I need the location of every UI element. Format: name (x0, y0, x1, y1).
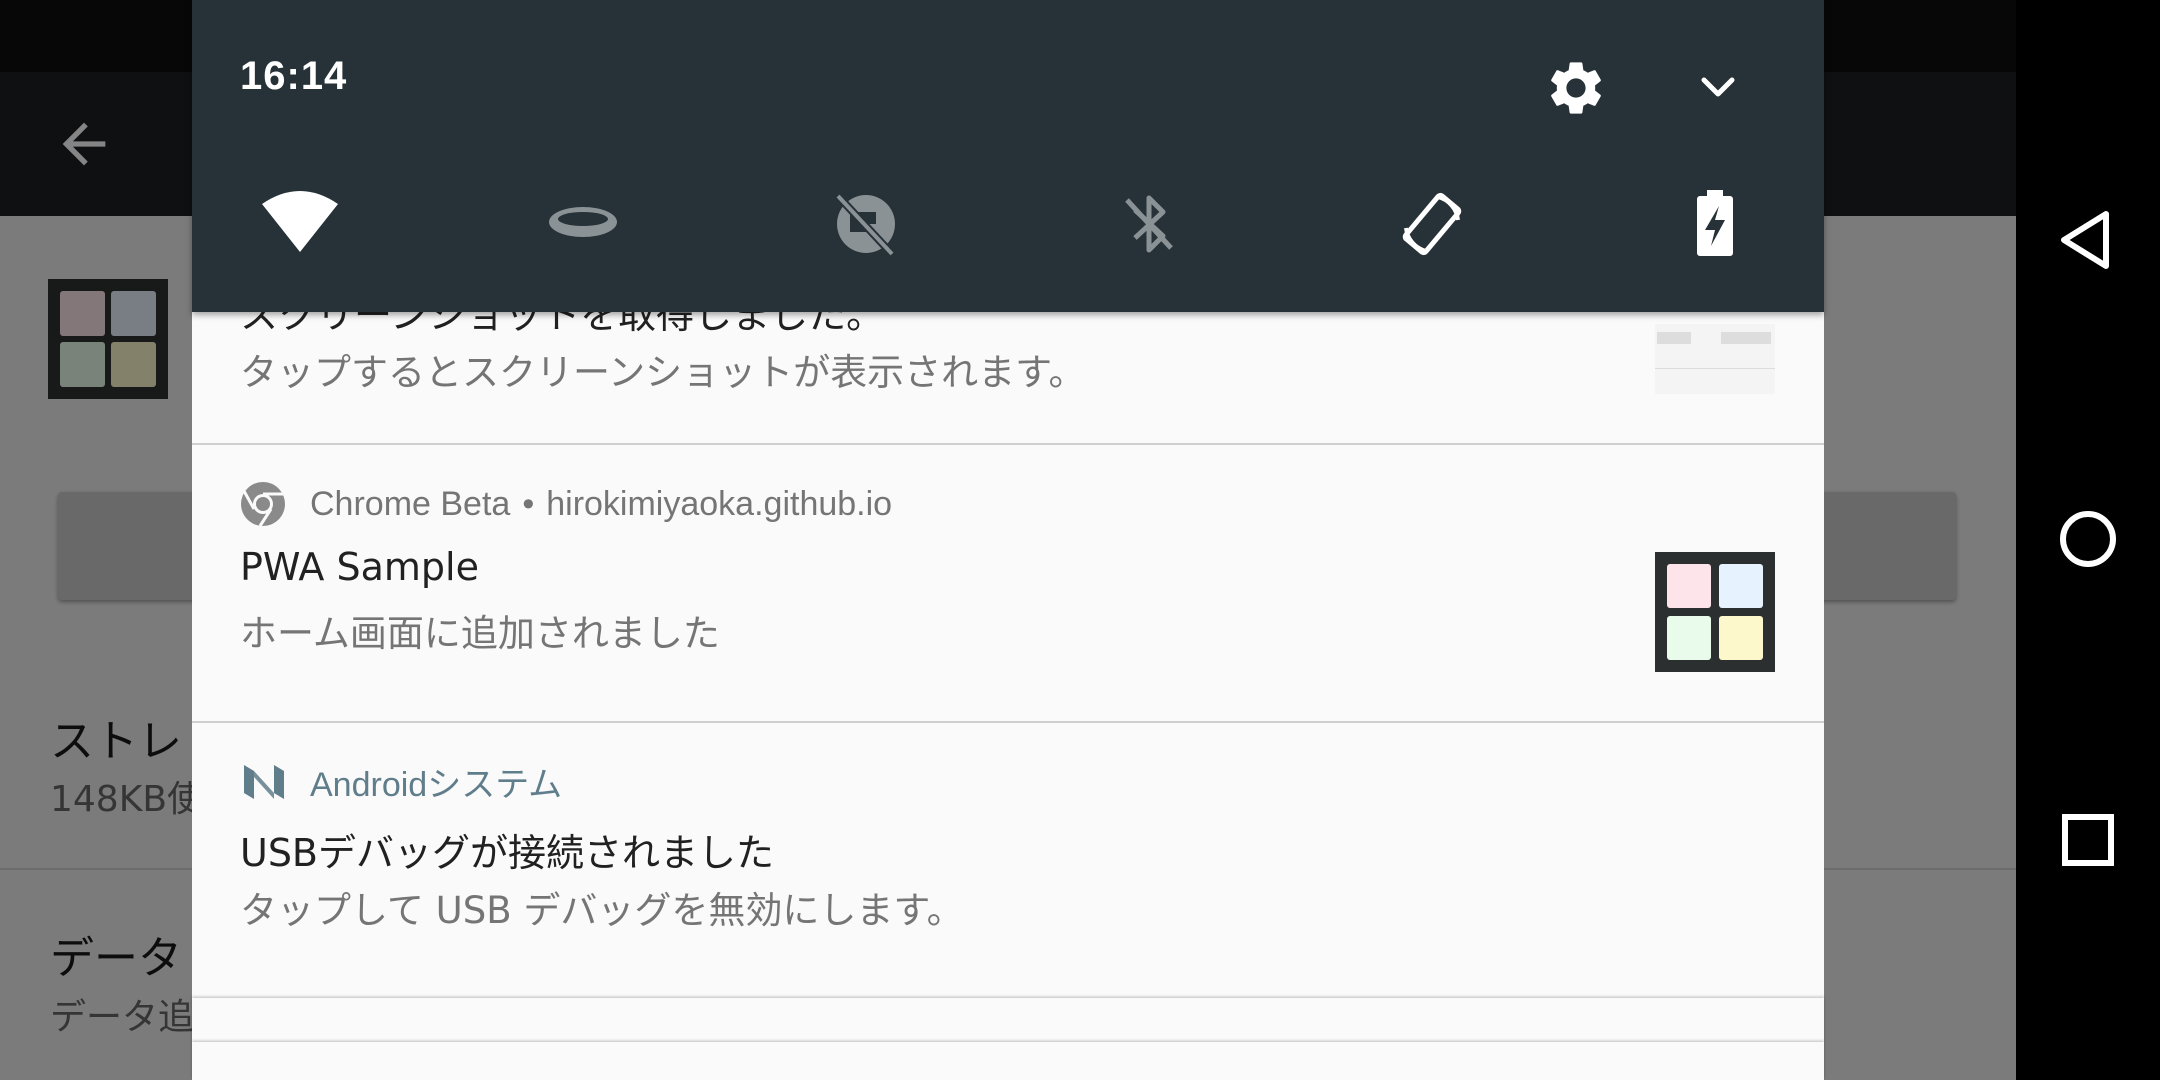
battery-charging-icon[interactable] (1675, 184, 1755, 264)
pwa-notification[interactable]: Chrome Beta • hirokimiyaoka.github.io PW… (192, 445, 1824, 720)
notification-header: Chrome Beta • hirokimiyaoka.github.io (240, 481, 892, 527)
notification-shade: 16:14 スクリーンショットを取得しました。 タップするとスクリーンショットが… (192, 0, 1824, 1080)
data-saver-icon[interactable] (826, 184, 906, 264)
source-domain: hirokimiyaoka.github.io (546, 484, 893, 523)
clock: 16:14 (240, 54, 348, 98)
notification-text: タップして USB デバッグを無効にします。 (240, 889, 964, 932)
quick-settings-header: 16:14 (192, 0, 1824, 312)
chevron-down-icon[interactable] (1690, 64, 1746, 112)
bluetooth-off-icon[interactable] (1109, 184, 1189, 264)
app-name: Chrome Beta (310, 484, 511, 523)
notification-header: Androidシステム (240, 757, 562, 806)
screenshot-thumbnail (1655, 324, 1775, 394)
back-nav-icon[interactable] (2048, 200, 2128, 280)
wifi-icon[interactable] (260, 184, 340, 264)
navigation-bar (2016, 0, 2160, 1080)
recents-nav-icon[interactable] (2048, 800, 2128, 880)
collapsed-notification[interactable] (192, 1042, 1824, 1080)
notification-list: スクリーンショットを取得しました。 タップするとスクリーンショットが表示されます… (192, 293, 1824, 1080)
usb-debug-notification[interactable]: Androidシステム USBデバッグが接続されました タップして USB デバ… (192, 723, 1824, 998)
collapsed-notification[interactable] (192, 998, 1824, 1042)
notification-title: USBデバッグが接続されました (240, 831, 775, 875)
notification-text: ホーム画面に追加されました (240, 612, 720, 655)
notification-title: PWA Sample (240, 545, 479, 589)
app-name: Androidシステム (310, 766, 563, 804)
gear-icon[interactable] (1544, 56, 1608, 120)
hotspot-icon[interactable] (543, 184, 623, 264)
screenshot-notification[interactable]: スクリーンショットを取得しました。 タップするとスクリーンショットが表示されます… (192, 293, 1824, 444)
android-n-icon (244, 764, 284, 799)
header-separator: • (522, 484, 535, 523)
notification-text: タップするとスクリーンショットが表示されます。 (240, 351, 1086, 394)
chrome-beta-icon (241, 482, 285, 527)
auto-rotate-icon[interactable] (1392, 184, 1472, 264)
home-nav-icon[interactable] (2048, 499, 2128, 579)
pwa-large-icon (1655, 552, 1775, 672)
